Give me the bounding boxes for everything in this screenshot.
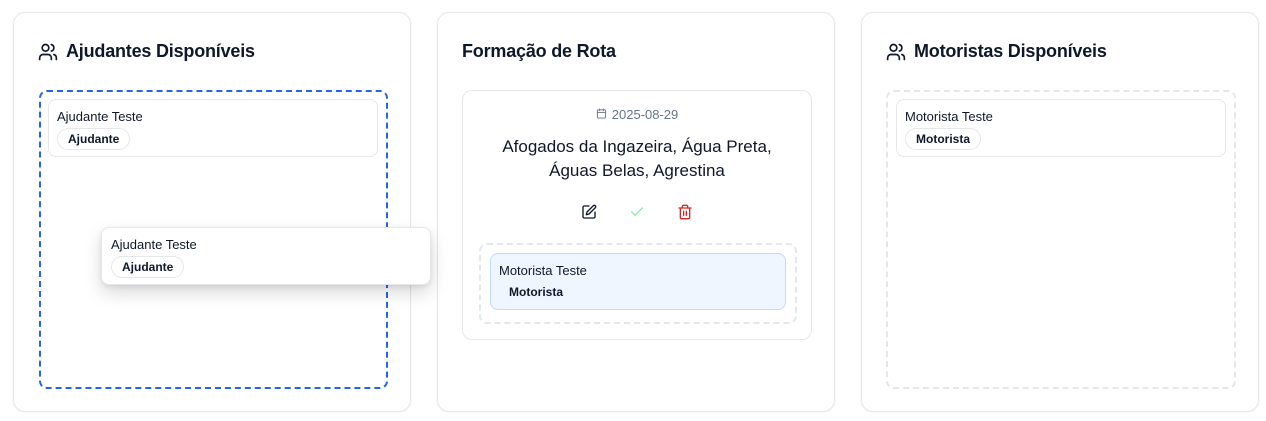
drivers-panel-title: Motoristas Disponíveis <box>914 41 1107 61</box>
check-icon[interactable] <box>629 204 645 220</box>
route-actions <box>463 204 811 220</box>
helpers-panel-title: Ajudantes Disponíveis <box>66 41 255 61</box>
edit-icon[interactable] <box>581 204 597 220</box>
assigned-driver-role-badge: Motorista <box>509 285 563 299</box>
route-cities: Afogados da Ingazeira, Água Preta, Águas… <box>493 135 781 183</box>
route-panel: Formação de Rota 2025-08-29 Afogados da … <box>437 12 835 412</box>
drivers-dropzone[interactable]: Motorista Teste Motorista <box>886 90 1236 389</box>
dragging-helper-card[interactable]: Ajudante Teste Ajudante <box>101 227 431 285</box>
route-panel-title: Formação de Rota <box>462 41 616 61</box>
driver-role-badge: Motorista <box>905 128 981 150</box>
driver-card[interactable]: Motorista Teste Motorista <box>896 99 1226 157</box>
route-date: 2025-08-29 <box>463 107 811 122</box>
drivers-panel-header: Motoristas Disponíveis <box>886 41 1107 62</box>
route-card: 2025-08-29 Afogados da Ingazeira, Água P… <box>462 90 812 340</box>
route-cities-line-2: Águas Belas, Agrestina <box>549 161 725 180</box>
route-assign-dropzone[interactable]: Motorista Teste Motorista <box>479 243 797 324</box>
route-cities-line-1: Afogados da Ingazeira, Água Preta, <box>502 137 772 156</box>
driver-name: Motorista Teste <box>905 109 993 124</box>
helper-card[interactable]: Ajudante Teste Ajudante <box>48 99 378 157</box>
helper-role-badge: Ajudante <box>57 128 131 150</box>
helper-name: Ajudante Teste <box>57 109 143 124</box>
calendar-icon <box>596 107 607 122</box>
users-icon <box>38 42 58 62</box>
dragging-helper-name: Ajudante Teste <box>111 237 197 252</box>
assigned-driver-name: Motorista Teste <box>499 263 587 278</box>
trash-icon[interactable] <box>677 204 693 220</box>
route-panel-header: Formação de Rota <box>462 41 616 62</box>
users-icon <box>886 42 906 62</box>
route-date-text: 2025-08-29 <box>611 107 679 122</box>
dragging-helper-role-badge: Ajudante <box>111 256 185 278</box>
drivers-panel: Motoristas Disponíveis Motorista Teste M… <box>861 12 1259 412</box>
helpers-panel: Ajudantes Disponíveis Ajudante Teste Aju… <box>13 12 411 412</box>
assigned-driver-card[interactable]: Motorista Teste Motorista <box>490 253 786 310</box>
helpers-panel-header: Ajudantes Disponíveis <box>38 41 255 62</box>
